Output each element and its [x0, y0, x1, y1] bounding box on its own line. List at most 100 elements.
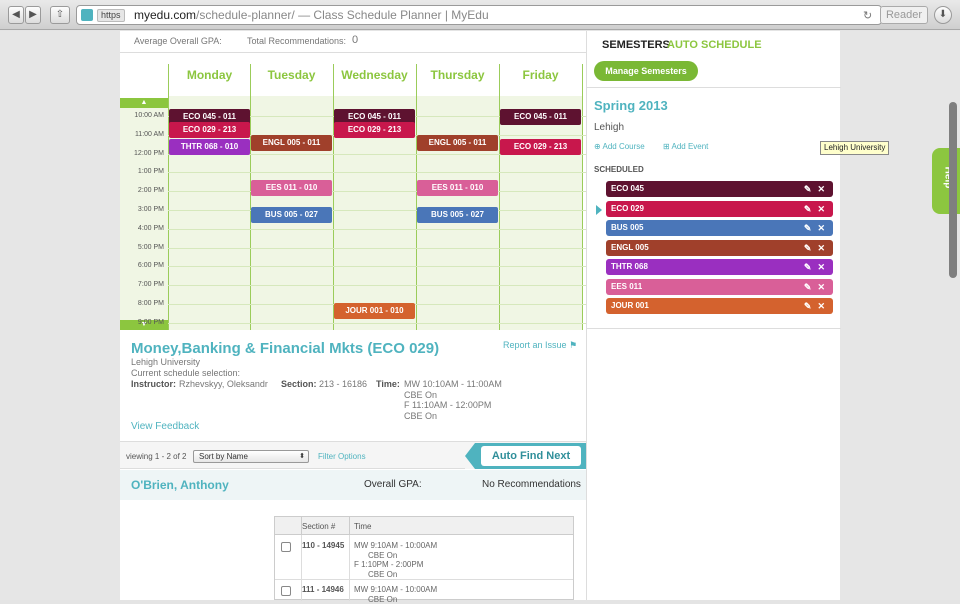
- reader-button[interactable]: Reader: [880, 6, 928, 24]
- scheduled-course[interactable]: ECO 045 ✎ ✕: [606, 181, 833, 197]
- time-gutter: [120, 108, 168, 320]
- scheduled-course[interactable]: EES 011 ✎ ✕: [606, 278, 833, 295]
- add-event-link[interactable]: ⊞ Add Event: [663, 142, 708, 151]
- time-slot-label: 7:00 PM: [137, 281, 164, 289]
- page-scrollbar[interactable]: [949, 102, 957, 278]
- course-title[interactable]: Money,Banking & Financial Mkts (ECO 029): [131, 340, 439, 357]
- divider: [587, 328, 841, 329]
- add-course-link[interactable]: ⊕ Add Course: [594, 142, 645, 151]
- close-icon[interactable]: ✕: [817, 301, 825, 311]
- instructor-row: O'Brien, Anthony Overall GPA: No Recomme…: [120, 470, 586, 500]
- address-bar[interactable]: https myedu.com/schedule-planner/ — Clas…: [76, 5, 882, 25]
- auto-find-wrapper: Auto Find Next: [465, 443, 586, 469]
- time-label: Time:: [376, 379, 400, 389]
- grid-line: [168, 191, 586, 193]
- time-slot-label: 2:00 PM: [137, 187, 164, 195]
- calendar-event[interactable]: ENGL 005 - 011: [417, 135, 498, 152]
- pencil-icon[interactable]: ✎: [804, 184, 812, 194]
- close-icon[interactable]: ✕: [817, 223, 825, 233]
- scheduled-course-label: ECO 045: [611, 184, 644, 193]
- viewing-count: viewing 1 - 2 of 2: [126, 452, 187, 461]
- filter-bar: viewing 1 - 2 of 2 Sort by Name ⬍ Filter …: [120, 441, 586, 469]
- calendar-event[interactable]: JOUR 001 - 010: [334, 302, 415, 319]
- pencil-icon[interactable]: ✎: [804, 301, 812, 311]
- close-icon[interactable]: ✕: [817, 184, 825, 194]
- section-number: 111 - 14946: [302, 585, 344, 594]
- close-icon[interactable]: ✕: [817, 282, 825, 292]
- pencil-icon[interactable]: ✎: [804, 204, 812, 214]
- calendar-event[interactable]: ECO 029 - 213: [169, 122, 250, 139]
- sort-select[interactable]: Sort by Name ⬍: [193, 450, 309, 463]
- pencil-icon[interactable]: ✎: [804, 262, 812, 272]
- scroll-up-button[interactable]: ▲: [120, 98, 168, 108]
- time-line: F 11:10AM - 12:00PM: [404, 400, 492, 410]
- calendar-event[interactable]: ECO 029 - 213: [334, 122, 415, 139]
- share-icon[interactable]: ⇧: [50, 6, 70, 24]
- calendar-event[interactable]: ENGL 005 - 011: [251, 135, 332, 152]
- weekly-calendar: ▲ ▼ Monday Tuesday Wednesday Thursday Friday…: [120, 54, 586, 332]
- select-arrow-icon: ⬍: [299, 453, 305, 460]
- view-feedback-link[interactable]: View Feedback: [131, 421, 199, 432]
- pencil-icon[interactable]: ✎: [804, 243, 812, 253]
- page-title: — Class Schedule Planner | MyEdu: [294, 8, 489, 22]
- back-icon[interactable]: ◀: [8, 6, 24, 24]
- grid-line: [168, 64, 169, 330]
- calendar-event[interactable]: EES 011 - 010: [417, 180, 498, 197]
- calendar-event[interactable]: BUS 005 - 027: [417, 206, 498, 223]
- time-line: CBE On: [404, 410, 438, 421]
- grid-line: [250, 64, 251, 330]
- scheduled-course-label: BUS 005: [611, 223, 644, 232]
- page-gutter-left: [0, 31, 120, 600]
- day-column[interactable]: [499, 96, 582, 330]
- calendar-event[interactable]: THTR 068 - 010: [169, 139, 250, 156]
- grid-line: [333, 64, 334, 330]
- download-icon[interactable]: ⬇: [934, 6, 952, 24]
- close-icon[interactable]: ✕: [817, 204, 825, 214]
- semester-title: Spring 2013: [594, 98, 668, 113]
- day-header: Friday: [522, 68, 559, 82]
- report-issue-link[interactable]: Report an Issue ⚑: [503, 340, 577, 351]
- semester-university[interactable]: Lehigh: [594, 122, 624, 133]
- calendar-event[interactable]: ECO 029 - 213: [500, 139, 581, 156]
- instructor-link[interactable]: O'Brien, Anthony: [131, 478, 229, 492]
- section-table: Section # Time 110 - 14945 MW 9:10AM - 1…: [274, 516, 574, 604]
- auto-find-next-button[interactable]: Auto Find Next: [481, 446, 581, 466]
- tab-semesters[interactable]: SEMESTERS: [602, 39, 670, 51]
- add-event-label: Add Event: [671, 142, 709, 151]
- instructor-name: Rzhevskyy, Oleksandr: [179, 379, 268, 389]
- calendar-event[interactable]: ECO 045 - 011: [500, 109, 581, 125]
- table-row[interactable]: 111 - 14946 MW 9:10AM - 10:00AM CBE On: [275, 580, 573, 604]
- close-icon[interactable]: ✕: [817, 262, 825, 272]
- flag-icon: ⚑: [569, 340, 578, 350]
- scheduled-course[interactable]: BUS 005 ✎ ✕: [606, 220, 833, 236]
- add-course-icon: ⊕: [594, 142, 601, 151]
- scheduled-course[interactable]: ECO 029 ✎ ✕: [606, 200, 833, 217]
- forward-icon[interactable]: ▶: [25, 6, 41, 24]
- overall-gpa-label: Overall GPA:: [364, 479, 422, 490]
- calendar-event[interactable]: BUS 005 - 027: [251, 206, 332, 223]
- filter-options-link[interactable]: Filter Options: [318, 452, 366, 461]
- schedule-selection-label: Current schedule selection:: [131, 368, 241, 378]
- grid-line: [416, 64, 417, 330]
- pencil-icon[interactable]: ✎: [804, 223, 812, 233]
- tab-auto-schedule[interactable]: AUTO SCHEDULE: [667, 39, 762, 51]
- reload-icon[interactable]: ↻: [863, 9, 872, 22]
- report-issue-label: Report an Issue: [503, 340, 567, 350]
- section-checkbox[interactable]: [281, 542, 291, 552]
- section-value: 213 - 16186: [319, 379, 368, 389]
- pencil-icon[interactable]: ✎: [804, 282, 812, 292]
- time-line: CBE On: [404, 389, 438, 400]
- section-checkbox[interactable]: [281, 586, 291, 596]
- scheduled-course[interactable]: ENGL 005 ✎ ✕: [606, 239, 833, 256]
- time-slot-label: 10:00 AM: [134, 112, 164, 119]
- scheduled-course[interactable]: THTR 068 ✎ ✕: [606, 259, 833, 275]
- day-header: Monday: [186, 68, 233, 82]
- calendar-event[interactable]: EES 011 - 010: [251, 180, 332, 197]
- course-actions: ✎ ✕: [804, 259, 825, 275]
- url-path: /schedule-planner/: [196, 8, 295, 22]
- table-row[interactable]: 110 - 14945 MW 9:10AM - 10:00AM CBE On F…: [275, 535, 573, 579]
- scheduled-course[interactable]: JOUR 001 ✎ ✕: [606, 298, 833, 314]
- close-icon[interactable]: ✕: [817, 243, 825, 253]
- manage-semesters-button[interactable]: Manage Semesters: [594, 61, 698, 81]
- course-actions: ✎ ✕: [804, 240, 825, 256]
